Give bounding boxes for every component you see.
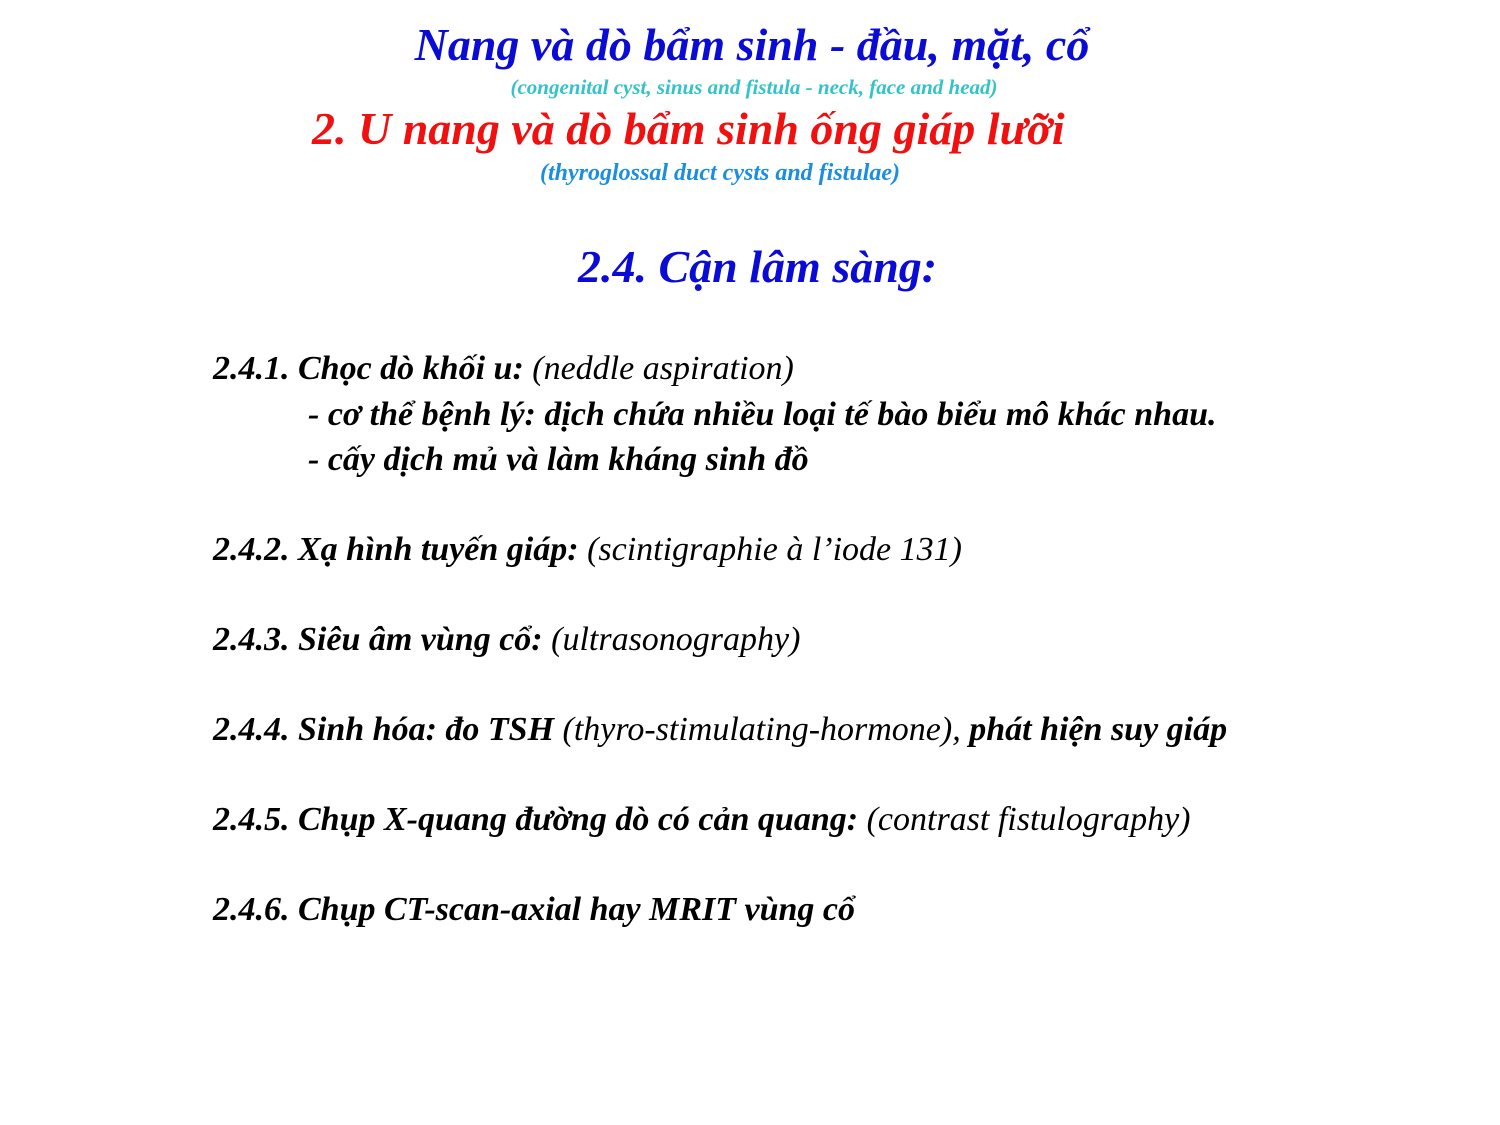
item-label: 2.4.2. Xạ hình tuyến giáp: [213, 531, 579, 568]
item-label: 2.4.4. Sinh hóa: đo TSH [213, 711, 555, 748]
slide-subtitle: (congenital cyst, sinus and fistula - ne… [510, 75, 998, 99]
list-item-2-4-3: 2.4.3. Siêu âm vùng cổ: (ultrasonography… [213, 621, 800, 659]
item-english: (scintigraphie à l’iode 131) [578, 531, 962, 568]
subsection-title: 2.4. Cận lâm sàng: [578, 241, 938, 292]
item-label: 2.4.6. Chụp CT-scan-axial hay MRIT vùng … [213, 891, 855, 928]
item-english: (thyro-stimulating-hormone), [554, 711, 970, 748]
item-english: (contrast fistulography) [858, 801, 1191, 838]
list-item-2-4-4: 2.4.4. Sinh hóa: đo TSH (thyro-stimulati… [213, 711, 1227, 749]
item-suffix: phát hiện suy giáp [969, 711, 1228, 748]
item-english: (neddle aspiration) [523, 350, 794, 387]
item-label: 2.4.5. Chụp X-quang đường dò có cản quan… [213, 801, 859, 838]
list-item-2-4-1-detail-1: - cơ thể bệnh lý: dịch chứa nhiều loại t… [308, 396, 1217, 433]
item-english: (ultrasonography) [542, 621, 801, 658]
section-subtitle: (thyroglossal duct cysts and fistulae) [540, 160, 901, 186]
list-item-2-4-1-detail-2: - cấy dịch mủ và làm kháng sinh đồ [308, 441, 809, 478]
list-item-2-4-2: 2.4.2. Xạ hình tuyến giáp: (scintigraphi… [213, 531, 962, 569]
list-item-2-4-5: 2.4.5. Chụp X-quang đường dò có cản quan… [213, 801, 1191, 839]
item-label: 2.4.1. Chọc dò khối u: [213, 350, 524, 387]
list-item-2-4-1: 2.4.1. Chọc dò khối u: (neddle aspiratio… [213, 350, 794, 388]
item-label: 2.4.3. Siêu âm vùng cổ: [213, 621, 543, 658]
list-item-2-4-6: 2.4.6. Chụp CT-scan-axial hay MRIT vùng … [213, 891, 855, 929]
section-title: 2. U nang và dò bẩm sinh ống giáp lưỡi [312, 103, 1065, 154]
slide-title: Nang và dò bẩm sinh - đầu, mặt, cổ [414, 19, 1090, 70]
